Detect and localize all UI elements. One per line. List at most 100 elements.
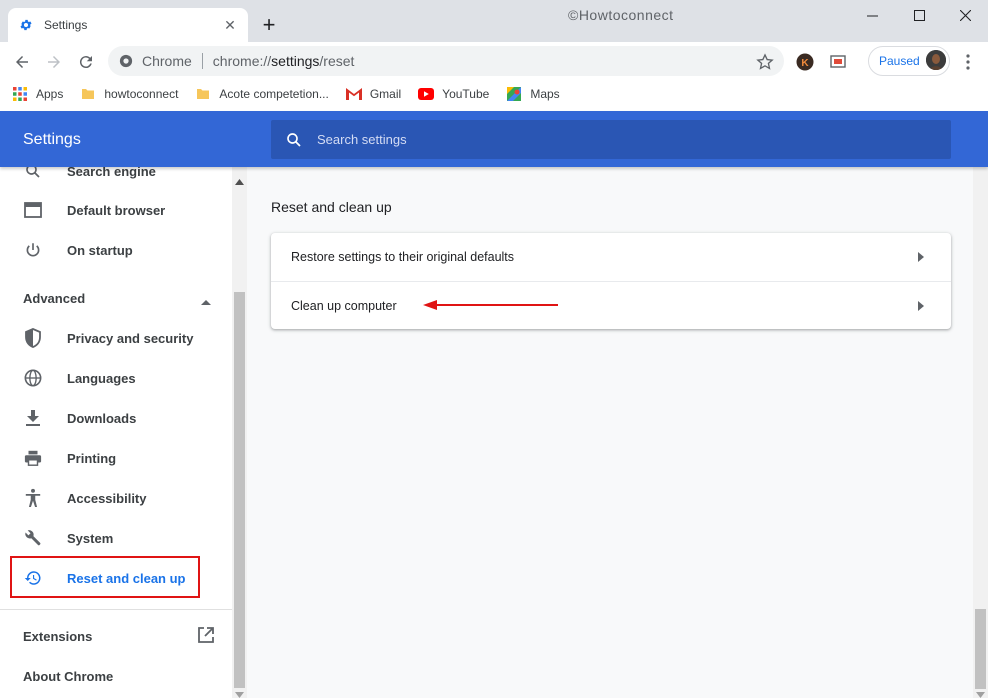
annotation-arrow-icon [423,300,558,310]
gear-icon [18,17,34,33]
gmail-icon [345,86,362,102]
chrome-icon [118,53,134,69]
more-menu-icon[interactable] [958,52,978,72]
search-icon [287,132,301,147]
printer-icon [23,448,43,468]
sidebar-scroll-thumb[interactable] [234,292,245,688]
minimize-button[interactable] [850,0,895,30]
row-label: Restore settings to their original defau… [291,250,515,264]
folder-icon [195,86,211,102]
search-settings-input[interactable]: Search settings [271,120,951,159]
extension-k-icon[interactable]: K [795,52,815,72]
close-tab-icon[interactable]: ✕ [222,17,238,33]
arrow-right-icon [911,296,931,316]
sidebar-item-label: Privacy and security [67,330,194,346]
power-icon [23,240,43,260]
bookmark-maps[interactable]: Maps [506,86,560,102]
bookmark-label: Apps [36,87,64,101]
sidebar-scrollbar[interactable] [232,167,247,698]
bookmark-label: Gmail [369,87,402,101]
sidebar-item-printing[interactable]: Printing [0,438,232,478]
site-name: Chrome [142,53,192,69]
arrow-right-icon [911,247,931,267]
main-scroll-thumb[interactable] [975,609,986,689]
sidebar-item-search-engine[interactable]: Search engine [0,167,232,191]
reset-card: Restore settings to their original defau… [271,233,951,329]
watermark: ©Howtoconnect [568,7,674,23]
chevron-up-icon[interactable] [200,294,212,305]
sidebar-item-default-browser[interactable]: Default browser [0,190,232,230]
scroll-down-arrow-icon[interactable] [976,686,985,698]
sidebar-item-label: System [67,530,114,546]
url-text: chrome://settings/reset [212,53,355,69]
sidebar-item-label: Default browser [67,202,166,218]
advanced-label: Advanced [23,291,86,306]
new-tab-button[interactable]: + [258,14,280,36]
row-label: Clean up computer [291,298,397,313]
folder-icon [80,86,96,102]
apps-grid-icon [12,86,28,102]
title-bar: Settings ✕ + ©Howtoconnect [0,0,988,42]
sidebar-item-label: Languages [67,370,136,386]
main-content: Reset and clean up Restore settings to t… [247,167,973,698]
clean-up-computer-row[interactable]: Clean up computer [271,282,951,329]
sidebar-item-label: Search engine [67,167,156,179]
avatar[interactable] [926,50,946,70]
extension-cast-icon[interactable] [828,52,848,72]
sidebar-item-label: Printing [67,450,117,466]
forward-button[interactable] [40,48,68,76]
youtube-icon [418,86,435,102]
section-title: Reset and clean up [271,199,392,215]
separator [201,53,203,69]
globe-icon [23,368,43,388]
bookmark-youtube[interactable]: YouTube [418,86,489,102]
sidebar-item-accessibility[interactable]: Accessibility [0,478,232,518]
back-button[interactable] [8,48,36,76]
bookmark-apps[interactable]: Apps [12,86,63,102]
scroll-down-arrow-icon[interactable] [235,686,244,698]
bookmark-gmail[interactable]: Gmail [345,86,402,102]
sidebar-item-languages[interactable]: Languages [0,358,232,398]
accessibility-icon [23,488,43,508]
sidebar-item-about-chrome[interactable]: About Chrome [23,669,113,684]
open-in-new-icon[interactable] [198,627,214,643]
sidebar-item-label: Downloads [67,410,137,426]
maps-icon [506,86,522,102]
search-placeholder: Search settings [317,132,407,147]
bookmark-label: Maps [530,87,560,101]
bookmark-howtoconnect[interactable]: howtoconnect [80,86,178,102]
svg-text:K: K [801,58,809,69]
close-window-button[interactable] [943,0,988,30]
bookmark-acote[interactable]: Acote competetion... [195,86,329,102]
sidebar-item-on-startup[interactable]: On startup [0,230,232,270]
shield-icon [23,328,43,348]
reload-button[interactable] [72,48,100,76]
main-scrollbar[interactable] [973,167,988,698]
toolbar: Chrome chrome://settings/reset K Paused [0,42,988,80]
address-bar[interactable]: Chrome chrome://settings/reset [108,46,784,76]
bookmark-label: YouTube [442,87,490,101]
download-icon [23,408,43,428]
scroll-up-arrow-icon[interactable] [235,173,244,188]
extensions-label: Extensions [23,629,93,644]
search-icon [23,167,43,181]
annotation-highlight-box [10,556,200,598]
bookmarks-bar: Apps howtoconnect Acote competetion... G… [0,80,988,108]
sidebar-item-extensions[interactable]: Extensions [23,629,92,644]
sidebar-item-label: Accessibility [67,490,147,506]
bookmark-label: howtoconnect [104,87,179,101]
sidebar-item-system[interactable]: System [0,518,232,558]
tab-title: Settings [44,18,88,32]
paused-label: Paused [879,54,920,68]
wrench-icon [23,528,43,548]
maximize-button[interactable] [897,0,942,30]
browser-icon [23,200,43,220]
sidebar: Search engine Default browser On startup… [0,167,232,698]
restore-defaults-row[interactable]: Restore settings to their original defau… [271,233,951,281]
sidebar-item-downloads[interactable]: Downloads [0,398,232,438]
sidebar-item-privacy[interactable]: Privacy and security [0,318,232,358]
tab-settings[interactable]: Settings ✕ [8,8,248,42]
bookmark-star-icon[interactable] [755,52,775,72]
sidebar-item-label: On startup [67,242,133,258]
advanced-section-toggle[interactable]: Advanced [23,291,85,306]
